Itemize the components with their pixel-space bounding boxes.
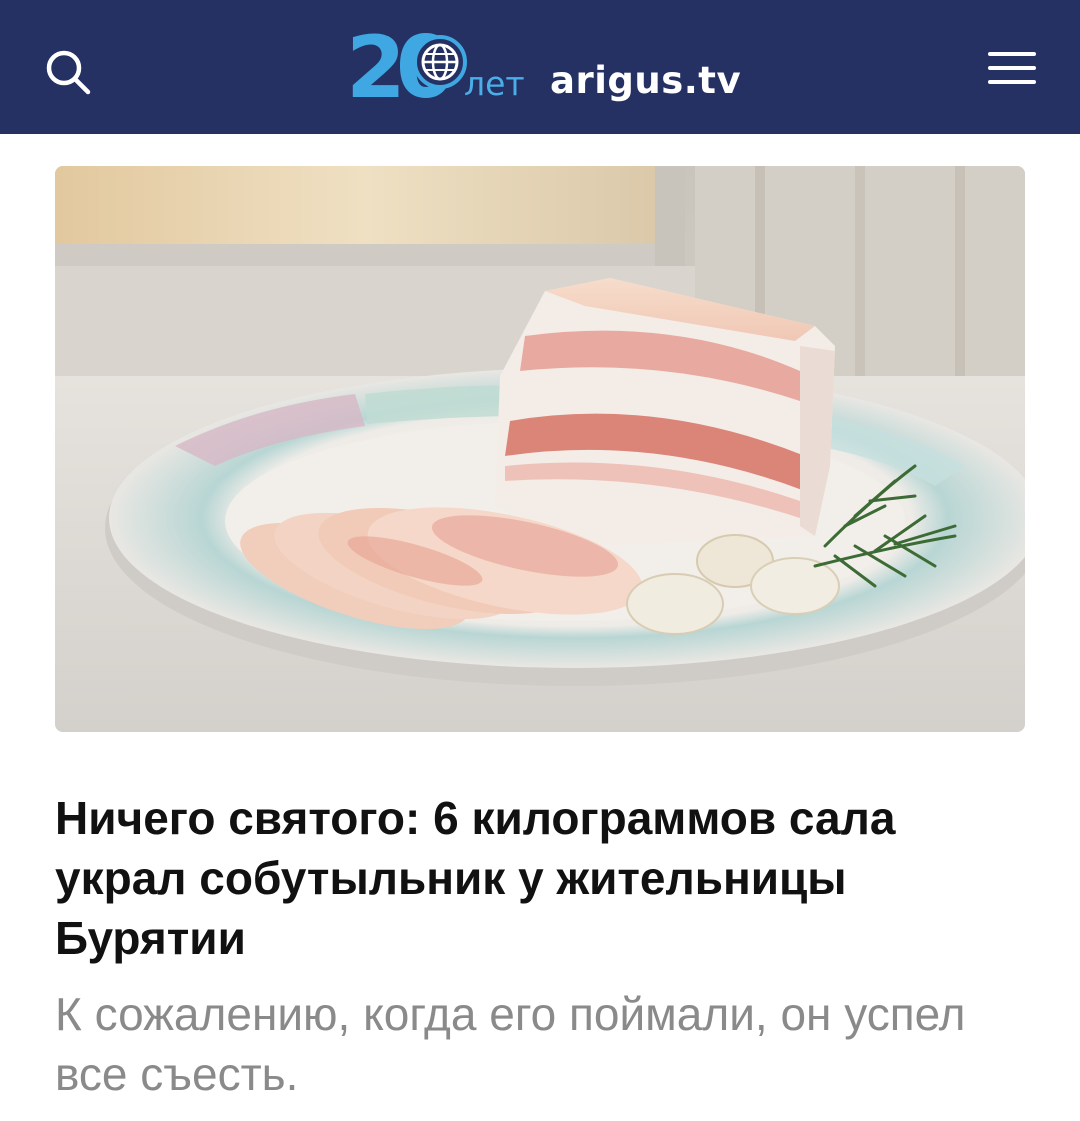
hamburger-menu-icon <box>988 52 1036 84</box>
site-logo[interactable]: 20 лет arigus.tv <box>346 18 746 118</box>
search-icon <box>46 50 91 95</box>
article-title[interactable]: Ничего святого: 6 килограммов сала украл… <box>55 788 1035 968</box>
article-lead: К сожалению, когда его поймали, он успел… <box>55 988 966 1100</box>
article-image[interactable] <box>55 166 1025 732</box>
logo-years-label: лет <box>464 64 525 103</box>
globe-icon <box>413 35 467 89</box>
logo-site-name: arigus.tv <box>550 59 742 102</box>
search-button[interactable] <box>40 44 96 100</box>
top-bar: 20 лет arigus.tv <box>0 0 1080 134</box>
menu-button[interactable] <box>984 48 1040 88</box>
